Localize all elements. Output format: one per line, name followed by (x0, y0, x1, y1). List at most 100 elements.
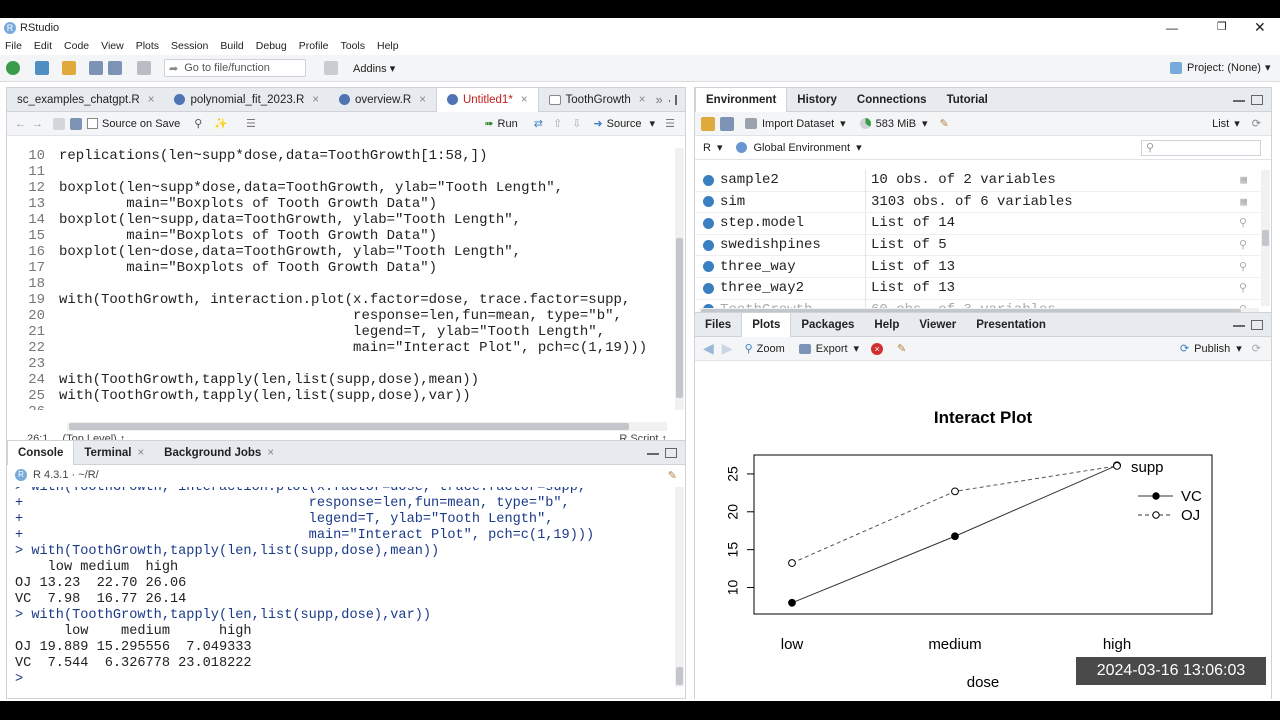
list-view-selector[interactable]: List ▾ (1212, 117, 1240, 131)
maximize-window-button[interactable]: ❐ (1217, 20, 1227, 33)
code-line[interactable]: 18 (7, 276, 675, 292)
next-plot-icon[interactable]: ▶ (722, 340, 733, 357)
environment-row[interactable]: three_way2 List of 13 ⚲ (695, 277, 1261, 300)
menu-view[interactable]: View (101, 40, 124, 52)
expand-icon[interactable] (703, 196, 714, 208)
code-line[interactable]: 23 (7, 356, 675, 372)
editor-vscrollbar[interactable] (675, 148, 684, 410)
new-file-icon[interactable] (6, 61, 20, 75)
save-all-icon[interactable] (108, 61, 122, 75)
tab-overview[interactable]: overview.R × (329, 88, 436, 112)
refresh-icon[interactable]: ⟳ (1252, 342, 1261, 355)
tab-presentation[interactable]: Presentation (966, 313, 1056, 337)
tab-connections[interactable]: Connections (847, 88, 937, 112)
code-line[interactable]: 15 main="Boxplots of Tooth Growth Data") (7, 228, 675, 244)
code-line[interactable]: 26 (7, 404, 675, 410)
tab-tutorial[interactable]: Tutorial (937, 88, 998, 112)
open-file-icon[interactable] (62, 61, 76, 75)
environment-row[interactable]: step.model List of 14 ⚲ (695, 212, 1261, 235)
print-icon[interactable] (137, 61, 151, 75)
code-area[interactable]: 10 replications(len~supp*dose,data=ToothG… (7, 148, 675, 410)
save-workspace-icon[interactable] (720, 116, 734, 131)
menu-session[interactable]: Session (171, 40, 208, 52)
rerun-icon[interactable]: ⇄ (534, 117, 543, 130)
tab-terminal[interactable]: Terminal × (74, 441, 154, 465)
tab-environment[interactable]: Environment (695, 87, 788, 112)
minimize-window-button[interactable]: — (1166, 21, 1178, 35)
inspect-icon[interactable]: ⚲ (1239, 281, 1247, 295)
more-tabs-icon[interactable]: » (655, 92, 662, 107)
console-vscrollbar[interactable] (675, 487, 684, 687)
tab-sc-examples[interactable]: sc_examples_chatgpt.R × (7, 88, 164, 112)
environment-vscrollbar[interactable] (1261, 170, 1270, 306)
view-data-icon[interactable]: ▦ (1240, 195, 1247, 209)
show-in-window-icon[interactable] (53, 117, 65, 130)
menu-debug[interactable]: Debug (256, 40, 287, 52)
expand-icon[interactable] (703, 282, 714, 294)
run-button[interactable]: ➠ Run (484, 117, 517, 131)
source-button[interactable]: ➜ Source ▾ (593, 117, 655, 131)
tab-viewer[interactable]: Viewer (909, 313, 966, 337)
expand-icon[interactable] (703, 174, 714, 186)
editor-hscrollbar[interactable] (67, 422, 667, 431)
close-tab-icon[interactable]: × (267, 447, 274, 459)
export-button[interactable]: Export ▾ (798, 342, 859, 355)
go-up-icon[interactable]: ⇧ (553, 117, 562, 130)
code-line[interactable]: 25 with(ToothGrowth,tapply(len,list(supp,… (7, 388, 675, 404)
go-down-icon[interactable]: ⇩ (572, 117, 581, 130)
minimize-pane-icon[interactable] (1233, 322, 1245, 327)
code-line[interactable]: 17 main="Boxplots of Tooth Growth Data") (7, 260, 675, 276)
compile-report-icon[interactable]: ☰ (246, 117, 256, 130)
grid-layout-icon[interactable] (324, 61, 338, 75)
console-output[interactable]: > with(ToothGrowth, interaction.plot(x.f… (15, 487, 675, 699)
load-workspace-icon[interactable] (701, 116, 715, 131)
refresh-icon[interactable]: ⟳ (1252, 117, 1261, 130)
minimize-pane-icon[interactable] (1233, 97, 1245, 102)
code-line[interactable]: 20 response=len,fun=mean, type="b", (7, 308, 675, 324)
tab-toothgrowth[interactable]: ToothGrowth × (539, 88, 656, 112)
close-window-button[interactable]: ✕ (1254, 19, 1266, 36)
tab-untitled1[interactable]: Untitled1* × (435, 87, 539, 112)
code-tools-icon[interactable]: ✨ (214, 117, 228, 130)
tab-files[interactable]: Files (695, 313, 741, 337)
tab-plots[interactable]: Plots (741, 312, 792, 337)
broom-icon[interactable]: ✎ (668, 469, 677, 482)
menu-code[interactable]: Code (64, 40, 89, 52)
tab-help[interactable]: Help (864, 313, 909, 337)
code-line[interactable]: 12 boxplot(len~supp*dose,data=ToothGrowth… (7, 180, 675, 196)
close-tab-icon[interactable]: × (137, 447, 144, 459)
maximize-pane-icon[interactable] (674, 94, 677, 105)
code-line[interactable]: 24 with(ToothGrowth,tapply(len,list(supp,… (7, 372, 675, 388)
inspect-icon[interactable]: ⚲ (1239, 238, 1247, 252)
publish-button[interactable]: ⟳ Publish ▾ (1180, 342, 1242, 356)
source-on-save-checkbox[interactable] (87, 118, 98, 129)
inspect-icon[interactable]: ⚲ (1239, 260, 1247, 274)
tab-polynomial-fit[interactable]: polynomial_fit_2023.R × (164, 88, 329, 112)
save-icon[interactable] (70, 117, 82, 130)
expand-icon[interactable] (703, 239, 714, 251)
maximize-pane-icon[interactable] (665, 447, 677, 458)
project-menu[interactable]: Project: (None) ▾ (1170, 61, 1271, 74)
tab-packages[interactable]: Packages (791, 313, 864, 337)
close-tab-icon[interactable]: × (521, 94, 528, 106)
search-icon[interactable]: ⚲ (194, 117, 202, 130)
scope-selector[interactable]: Global Environment ▾ (736, 141, 862, 154)
outline-icon[interactable]: ☰ (665, 117, 675, 130)
close-tab-icon[interactable]: × (419, 94, 426, 106)
environment-search-input[interactable]: ⚲ (1141, 139, 1261, 156)
zoom-button[interactable]: ⚲ Zoom (745, 342, 785, 356)
expand-icon[interactable] (703, 217, 714, 229)
inspect-icon[interactable]: ⚲ (1239, 216, 1247, 230)
tab-console[interactable]: Console (7, 440, 75, 465)
code-line[interactable]: 11 (7, 164, 675, 180)
tab-history[interactable]: History (787, 88, 847, 112)
environment-row[interactable]: sample2 10 obs. of 2 variables ▦ (695, 170, 1261, 192)
language-selector[interactable]: R ▾ (703, 141, 722, 155)
code-line[interactable]: 22 main="Interact Plot", pch=c(1,19))) (7, 340, 675, 356)
expand-icon[interactable] (703, 261, 714, 273)
close-tab-icon[interactable]: × (312, 94, 319, 106)
menu-build[interactable]: Build (220, 40, 243, 52)
goto-file-input[interactable]: ➦ Go to file/function (164, 59, 306, 77)
minimize-pane-icon[interactable] (647, 450, 659, 455)
code-line[interactable]: 10 replications(len~supp*dose,data=ToothG… (7, 148, 675, 164)
